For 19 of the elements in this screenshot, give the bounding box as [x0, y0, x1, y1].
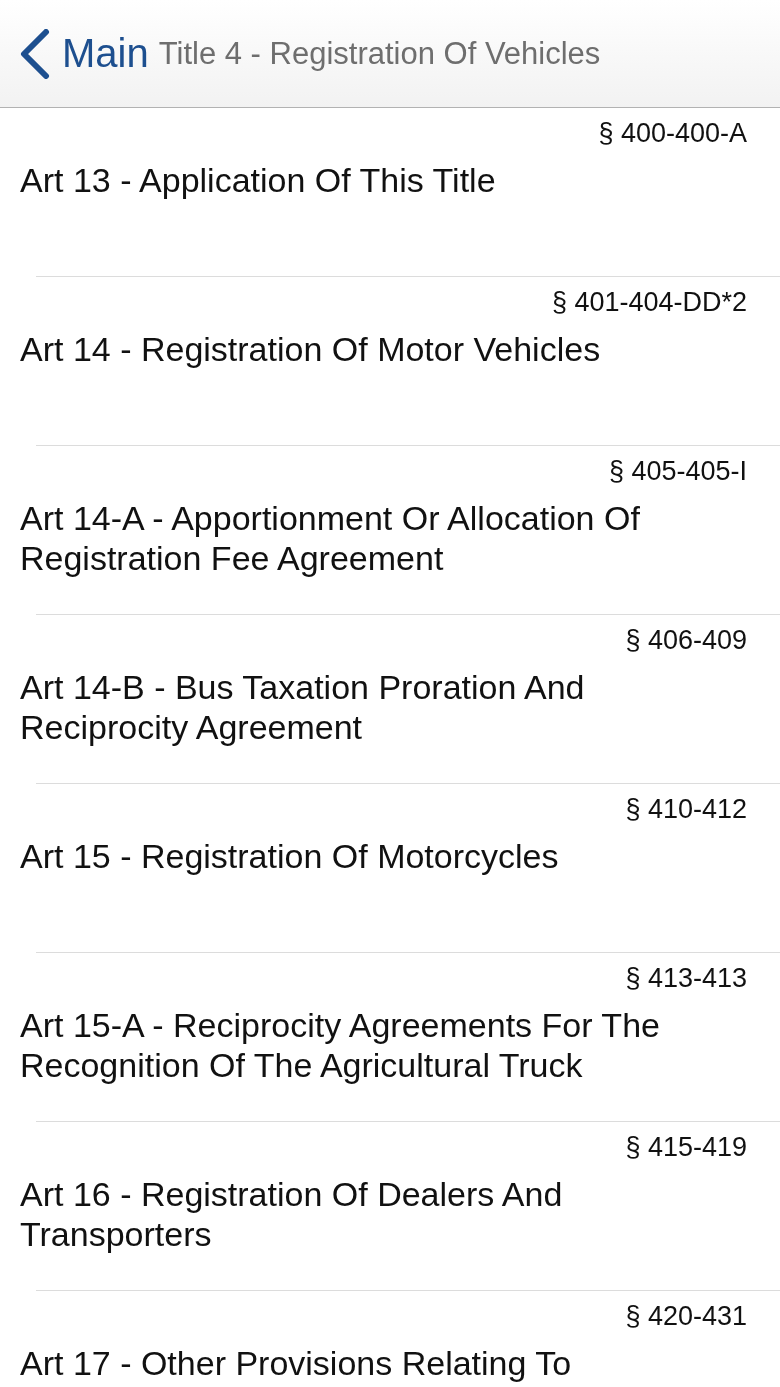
section-range: § 406-409: [625, 625, 747, 655]
article-title[interactable]: Art 15 - Registration Of Motorcycles: [20, 836, 559, 876]
section-range: § 415-419: [625, 1132, 747, 1162]
section-range: § 401-404-DD*2: [551, 287, 747, 317]
section-range: § 410-412: [625, 794, 747, 824]
back-button[interactable]: Main: [0, 28, 149, 79]
section-range: § 413-413: [625, 963, 747, 993]
article-title[interactable]: Art 14-A - Apportionment Or Allocation Of Registration Fee Agreement: [20, 498, 710, 578]
section-range: § 420-431: [625, 1301, 747, 1331]
section-range: § 400-400-A: [598, 118, 747, 148]
article-title[interactable]: Art 14 - Registration Of Motor Vehicles: [20, 329, 601, 369]
section-range: § 405-405-I: [608, 456, 747, 486]
article-title[interactable]: Art 13 - Application Of This Title: [20, 160, 496, 200]
article-title[interactable]: Art 17 - Other Provisions Relating To: [20, 1343, 572, 1383]
article-title[interactable]: Art 14-B - Bus Taxation Proration And Reciprocity Agreement: [20, 667, 710, 747]
back-chevron-icon: [18, 28, 52, 79]
article-title[interactable]: Art 15-A - Reciprocity Agreements For The Recognition Of The Agricultural Truck: [20, 1005, 710, 1085]
article-title[interactable]: Art 16 - Registration Of Dealers And Transporters: [20, 1174, 710, 1254]
page-title: Title 4 - Registration Of Vehicles: [158, 35, 601, 72]
